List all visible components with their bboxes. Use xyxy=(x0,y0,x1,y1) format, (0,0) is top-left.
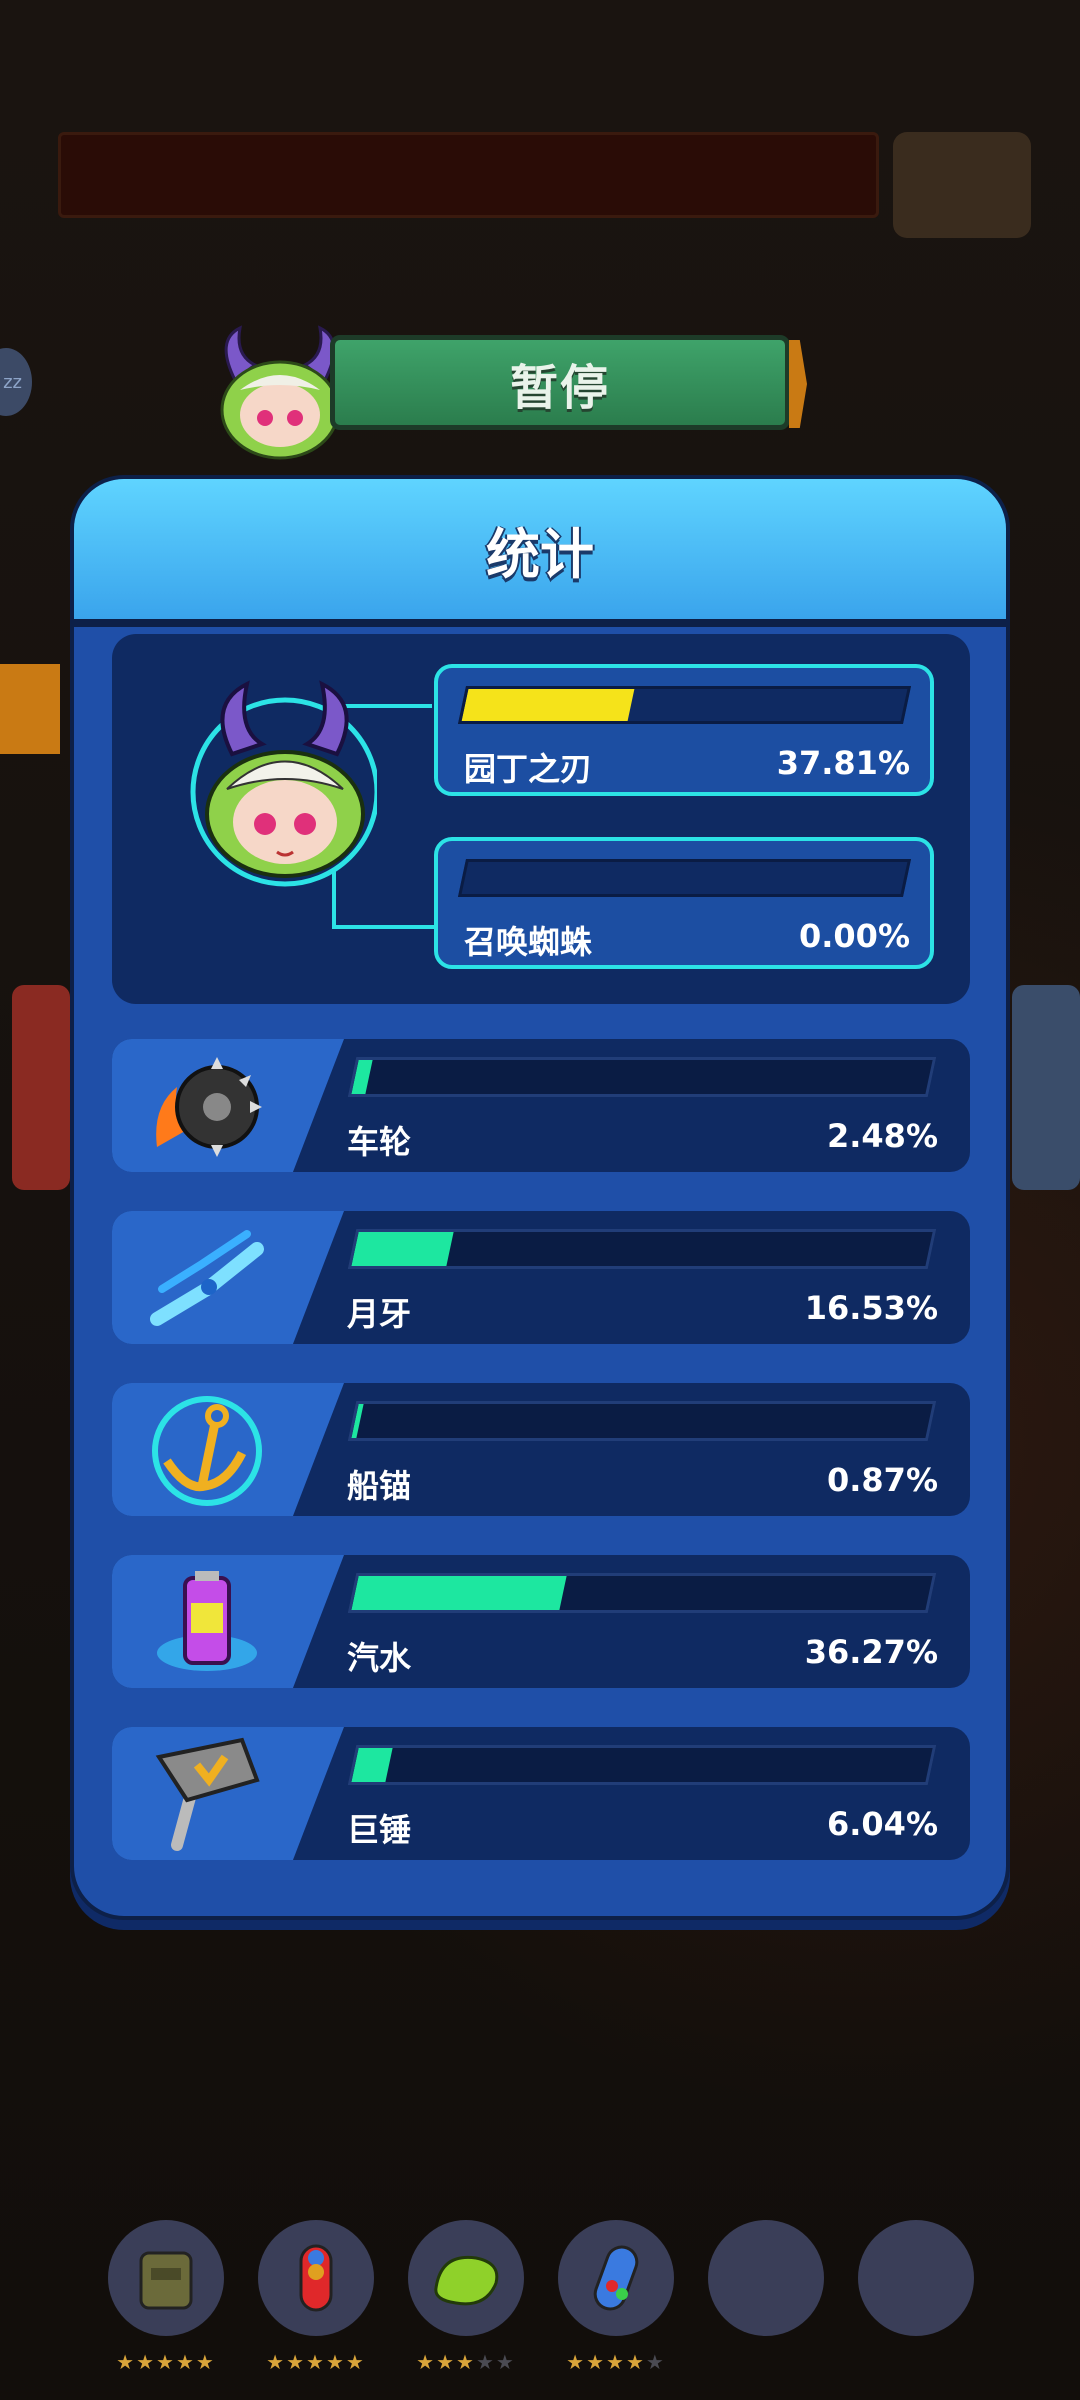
background-marker xyxy=(0,664,60,754)
weapon-row-crescent: 月牙 16.53% xyxy=(112,1211,970,1344)
soda-can-icon xyxy=(157,1571,257,1671)
weapon-progress-track xyxy=(347,1401,937,1441)
hero-portrait-icon xyxy=(190,680,377,887)
item-stars: ★★★★★ xyxy=(416,2350,516,2374)
stats-panel: 统计 园丁之刃 37.81% 召唤蜘蛛 0.00% 车轮 2.48% 月牙 16… xyxy=(70,475,1010,1920)
item-stars: ★★★★★ xyxy=(266,2350,366,2374)
weapon-name: 船锚 xyxy=(347,1467,412,1505)
weapon-percent: 2.48% xyxy=(826,1117,938,1155)
weapon-progress-track xyxy=(347,1573,937,1613)
item-bar: ★★★★★ ★★★★★ ★★★★★ ★★★★★ xyxy=(108,2220,988,2374)
weapon-percent: 16.53% xyxy=(804,1289,938,1327)
item-slot[interactable]: ★★★★★ xyxy=(408,2220,524,2374)
weapon-progress-fill xyxy=(351,1232,454,1266)
capsule-icon xyxy=(299,2244,333,2312)
skill-card-summon-spider: 召唤蜘蛛 0.00% xyxy=(434,837,934,969)
anchor-icon xyxy=(152,1396,262,1506)
weapon-progress-track xyxy=(347,1745,937,1785)
item-slot[interactable]: ★★★★★ xyxy=(258,2220,374,2374)
weapon-progress-track xyxy=(347,1229,937,1269)
settings-gear-icon xyxy=(893,132,1031,238)
skill-progress-track xyxy=(457,686,912,724)
panel-header: 统计 xyxy=(74,479,1006,627)
spiked-wheel-icon xyxy=(156,1057,262,1157)
pause-label: 暂停 xyxy=(509,359,610,416)
background-card-left xyxy=(12,985,70,1190)
skill-card-gardener-blade: 园丁之刃 37.81% xyxy=(434,664,934,796)
item-slot-empty[interactable] xyxy=(708,2220,824,2336)
skill-progress-fill xyxy=(461,689,635,721)
crescent-blade-icon xyxy=(150,1230,264,1326)
panel-title: 统计 xyxy=(486,522,594,586)
item-slot[interactable]: ★★★★★ xyxy=(108,2220,224,2374)
empty-slot-icon xyxy=(858,2220,974,2336)
weapon-row-anchor: 船锚 0.87% xyxy=(112,1383,970,1516)
weapon-name: 月牙 xyxy=(347,1295,412,1333)
weapon-percent: 36.27% xyxy=(804,1633,938,1671)
empty-slot-icon xyxy=(708,2220,824,2336)
item-slot[interactable]: ★★★★★ xyxy=(558,2220,674,2374)
weapon-progress-fill xyxy=(351,1576,567,1610)
weapon-name: 汽水 xyxy=(347,1639,412,1677)
skill-percent: 37.81% xyxy=(776,744,910,782)
weapon-row-hammer: 巨锤 6.04% xyxy=(112,1727,970,1860)
weapon-name: 车轮 xyxy=(347,1123,412,1161)
hero-stats-box: 园丁之刃 37.81% 召唤蜘蛛 0.00% xyxy=(112,634,970,1004)
weapon-progress-fill xyxy=(351,1404,364,1438)
bean-icon xyxy=(434,2255,499,2306)
weapon-progress-fill xyxy=(351,1748,394,1782)
skill-progress-fill xyxy=(461,862,469,894)
hud-top-bar xyxy=(58,132,879,218)
background-card-right xyxy=(1012,985,1080,1190)
weapon-row-wheel: 车轮 2.48% xyxy=(112,1039,970,1172)
weapon-name: 巨锤 xyxy=(347,1811,412,1849)
item-stars: ★★★★★ xyxy=(116,2350,216,2374)
weapon-percent: 6.04% xyxy=(826,1805,938,1843)
skill-name: 召唤蜘蛛 xyxy=(464,923,593,961)
weapon-row-soda: 汽水 36.27% xyxy=(112,1555,970,1688)
weapon-percent: 0.87% xyxy=(826,1461,938,1499)
pill-icon xyxy=(593,2245,639,2311)
vest-icon xyxy=(139,2251,193,2310)
skill-progress-track xyxy=(457,859,912,897)
skill-percent: 0.00% xyxy=(798,917,910,955)
weapon-progress-fill xyxy=(351,1060,373,1094)
item-stars: ★★★★★ xyxy=(566,2350,666,2374)
weapon-progress-track xyxy=(347,1057,937,1097)
item-slot-empty[interactable] xyxy=(858,2220,974,2336)
hammer-icon xyxy=(155,1737,260,1851)
pause-button[interactable]: 暂停 xyxy=(330,335,790,430)
skill-name: 园丁之刃 xyxy=(464,750,593,788)
